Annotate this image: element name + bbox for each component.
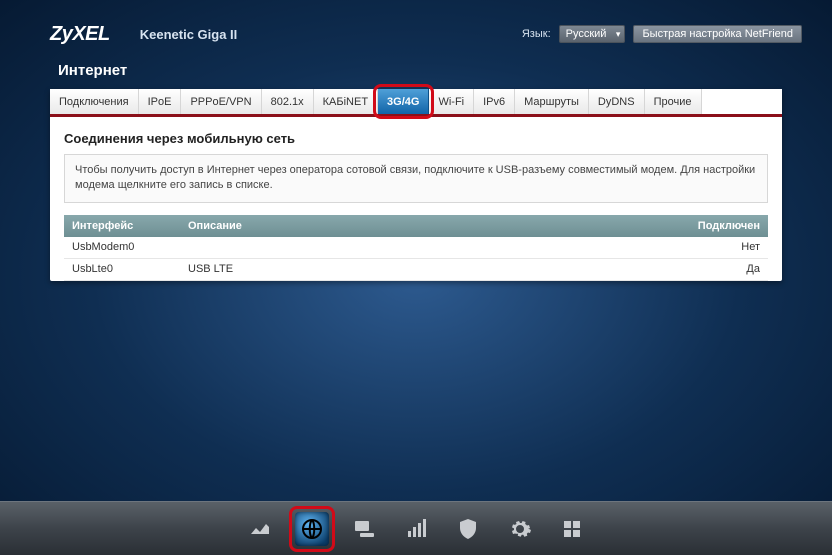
- col-description: Описание: [184, 220, 678, 232]
- table-row[interactable]: UsbLte0USB LTEДа: [64, 259, 768, 281]
- language-select[interactable]: Русский: [559, 25, 626, 43]
- tab--[interactable]: Маршруты: [515, 89, 589, 114]
- cell-interface: UsbModem0: [64, 241, 184, 253]
- settings-icon[interactable]: [503, 512, 537, 546]
- bottom-dock: [0, 501, 832, 555]
- tab-802-1x[interactable]: 802.1x: [262, 89, 314, 114]
- table-header-row: Интерфейс Описание Подключен: [64, 215, 768, 237]
- internet-icon[interactable]: [295, 512, 329, 546]
- tab-3g-4g[interactable]: 3G/4G: [378, 89, 429, 114]
- status-icon[interactable]: [243, 512, 277, 546]
- col-interface: Интерфейс: [64, 220, 184, 232]
- tab-ipoe[interactable]: IPoE: [139, 89, 182, 114]
- cell-interface: UsbLte0: [64, 263, 184, 275]
- top-right: Язык: Русский Быстрая настройка NetFrien…: [522, 25, 802, 43]
- wifi-icon[interactable]: [399, 512, 433, 546]
- language-label: Язык:: [522, 28, 551, 40]
- device-name: Keenetic Giga II: [140, 27, 238, 42]
- tab-wi-fi[interactable]: Wi-Fi: [429, 89, 474, 114]
- tab-pppoe-vpn[interactable]: PPPoE/VPN: [181, 89, 261, 114]
- apps-icon[interactable]: [555, 512, 589, 546]
- lan-icon[interactable]: [347, 512, 381, 546]
- section-title: Соединения через мобильную сеть: [50, 117, 782, 154]
- tab-dydns[interactable]: DyDNS: [589, 89, 645, 114]
- brand-logo: ZyXEL: [50, 23, 110, 46]
- tab--inet[interactable]: КАБiNET: [314, 89, 378, 114]
- quick-setup-button[interactable]: Быстрая настройка NetFriend: [633, 25, 802, 43]
- page-title: Интернет: [0, 58, 832, 89]
- table-row[interactable]: UsbModem0 Нет: [64, 237, 768, 259]
- cell-description: USB LTE: [184, 263, 678, 275]
- col-connected: Подключен: [678, 220, 768, 232]
- section-description: Чтобы получить доступ в Интернет через о…: [64, 154, 768, 203]
- top-bar: ZyXEL Keenetic Giga II Язык: Русский Быс…: [0, 0, 832, 58]
- cell-connected: Да: [678, 263, 768, 275]
- tabs-bar: ПодключенияIPoEPPPoE/VPN802.1xКАБiNET3G/…: [50, 89, 782, 117]
- connections-table: Интерфейс Описание Подключен UsbModem0 Не…: [64, 215, 768, 281]
- tab--[interactable]: Подключения: [50, 89, 139, 114]
- main-card: ПодключенияIPoEPPPoE/VPN802.1xКАБiNET3G/…: [50, 89, 782, 281]
- cell-connected: Нет: [678, 241, 768, 253]
- tab-ipv6[interactable]: IPv6: [474, 89, 515, 114]
- firewall-icon[interactable]: [451, 512, 485, 546]
- tab--[interactable]: Прочие: [645, 89, 702, 114]
